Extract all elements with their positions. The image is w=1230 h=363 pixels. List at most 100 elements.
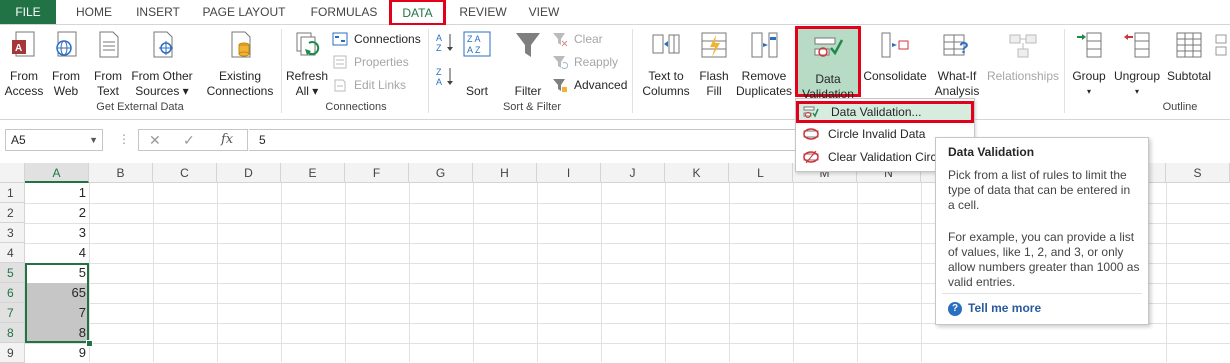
cell-a6[interactable]: 65 (25, 283, 89, 303)
data-validation-button[interactable]: Data Validation ▾ (795, 26, 861, 116)
tab-formulas[interactable]: FORMULAS (302, 0, 386, 24)
connections-button[interactable]: Connections (332, 29, 421, 49)
text-to-columns-button[interactable]: Text to Columns (638, 29, 694, 99)
tab-review[interactable]: REVIEW (452, 0, 514, 24)
insert-function-icon[interactable]: fx (221, 132, 233, 147)
from-access-label-2: Access (4, 84, 44, 98)
column-header[interactable]: F (345, 163, 409, 183)
sort-a-to-z-button[interactable]: AZ (434, 31, 458, 57)
gridline (537, 183, 538, 362)
remove-duplicates-button[interactable]: Remove Duplicates (734, 29, 794, 99)
cell-a4[interactable]: 4 (25, 243, 89, 263)
existing-connections-button[interactable]: Existing Connections (202, 29, 278, 99)
menu-item-label: Circle Invalid Data (828, 127, 926, 141)
row-header[interactable]: 8 (0, 323, 25, 343)
menu-item-data-validation[interactable]: Data Validation... (796, 101, 974, 123)
cell-a9[interactable]: 9 (25, 343, 89, 363)
outline-more-button[interactable] (1214, 33, 1228, 63)
row-header[interactable]: 6 (0, 283, 25, 303)
gridline (217, 183, 218, 362)
from-web-button[interactable]: From Web (46, 29, 86, 99)
row-header[interactable]: 9 (0, 343, 25, 363)
row-header[interactable]: 2 (0, 203, 25, 223)
flash-fill-button[interactable]: Flash Fill (696, 29, 732, 99)
tab-file[interactable]: FILE (0, 0, 56, 24)
column-header[interactable]: G (409, 163, 473, 183)
cell-a2[interactable]: 2 (25, 203, 89, 223)
cell-a5-active[interactable]: 5 (25, 263, 89, 283)
column-header[interactable]: E (281, 163, 345, 183)
column-header[interactable]: K (665, 163, 729, 183)
consolidate-button[interactable]: Consolidate (862, 29, 928, 84)
cell-a1[interactable]: 1 (25, 183, 89, 203)
select-all-corner[interactable] (0, 163, 25, 183)
tooltip-divider (942, 293, 1142, 294)
edit-links-label: Edit Links (354, 78, 407, 92)
column-header[interactable]: B (89, 163, 153, 183)
gridline (857, 183, 858, 362)
cancel-icon[interactable]: ✕ (149, 132, 161, 149)
column-header[interactable]: I (537, 163, 601, 183)
row-header[interactable]: 5 (0, 263, 25, 283)
cell-a8[interactable]: 8 (25, 323, 89, 343)
column-header[interactable]: S (1166, 163, 1230, 183)
svg-text:A: A (15, 43, 22, 54)
subtotal-button[interactable]: Subtotal (1164, 29, 1214, 84)
column-header[interactable]: D (217, 163, 281, 183)
sort-button[interactable]: Z AA Z Sort (460, 29, 494, 99)
reapply-button[interactable]: Reapply (552, 52, 618, 72)
relationships-button[interactable]: Relationships (986, 29, 1060, 84)
row-header[interactable]: 3 (0, 223, 25, 243)
column-header[interactable]: H (473, 163, 537, 183)
row-header[interactable]: 1 (0, 183, 25, 203)
row-header[interactable]: 7 (0, 303, 25, 323)
ungroup-button[interactable]: Ungroup ▾ (1110, 29, 1164, 99)
from-other-sources-button[interactable]: From Other Sources ▾ (130, 29, 194, 99)
ribbon: A From Access From Web From Text From Ot… (0, 25, 1230, 120)
gridline (1166, 183, 1167, 362)
fill-handle[interactable] (86, 340, 93, 347)
properties-button[interactable]: Properties (332, 52, 409, 72)
reapply-label: Reapply (574, 55, 619, 69)
tab-data[interactable]: DATA (389, 0, 446, 26)
data-validation-tooltip: Data Validation Pick from a list of rule… (935, 137, 1149, 325)
filter-button[interactable]: Filter (508, 29, 548, 99)
tab-insert[interactable]: INSERT (128, 0, 188, 24)
cell-a7[interactable]: 7 (25, 303, 89, 323)
from-web-label-2: Web (53, 84, 79, 98)
clear-circles-icon (803, 150, 819, 164)
tell-me-more-link[interactable]: Tell me more (968, 301, 1041, 315)
ungroup-dropdown-arrow: ▾ (1134, 87, 1139, 96)
enter-check-icon[interactable]: ✓ (183, 132, 195, 149)
clear-filter-button[interactable]: Clear (552, 29, 603, 49)
column-header[interactable]: L (729, 163, 793, 183)
from-other-label-2: Sources ▾ (135, 84, 189, 98)
column-header[interactable]: J (601, 163, 665, 183)
group-button[interactable]: Group ▾ (1068, 29, 1110, 99)
sort-z-to-a-button[interactable]: ZA (434, 65, 458, 91)
tab-home[interactable]: HOME (66, 0, 122, 24)
gridline (25, 343, 1230, 344)
row-header[interactable]: 4 (0, 243, 25, 263)
from-access-button[interactable]: A From Access (2, 29, 46, 99)
edit-links-icon (334, 79, 346, 92)
chevron-down-icon[interactable]: ▼ (89, 130, 98, 150)
cell-a3[interactable]: 3 (25, 223, 89, 243)
gridline (473, 183, 474, 362)
tab-page-layout[interactable]: PAGE LAYOUT (196, 0, 292, 24)
tab-view[interactable]: VIEW (520, 0, 568, 24)
edit-links-button[interactable]: Edit Links (332, 75, 406, 95)
refresh-all-button[interactable]: Refresh All ▾ (284, 29, 330, 99)
advanced-filter-button[interactable]: Advanced (552, 75, 627, 95)
data-validation-icon (814, 37, 844, 57)
svg-text:Z: Z (436, 43, 442, 53)
gridline (345, 183, 346, 362)
connections-label: Connections (354, 32, 421, 46)
relationships-icon (1009, 34, 1037, 58)
from-text-button[interactable]: From Text (88, 29, 128, 99)
svg-text:A: A (436, 33, 442, 43)
name-box[interactable]: A5 ▼ (5, 129, 103, 151)
existing-label-1: Existing (218, 69, 262, 83)
column-header[interactable]: C (153, 163, 217, 183)
column-header[interactable]: A (25, 163, 89, 183)
